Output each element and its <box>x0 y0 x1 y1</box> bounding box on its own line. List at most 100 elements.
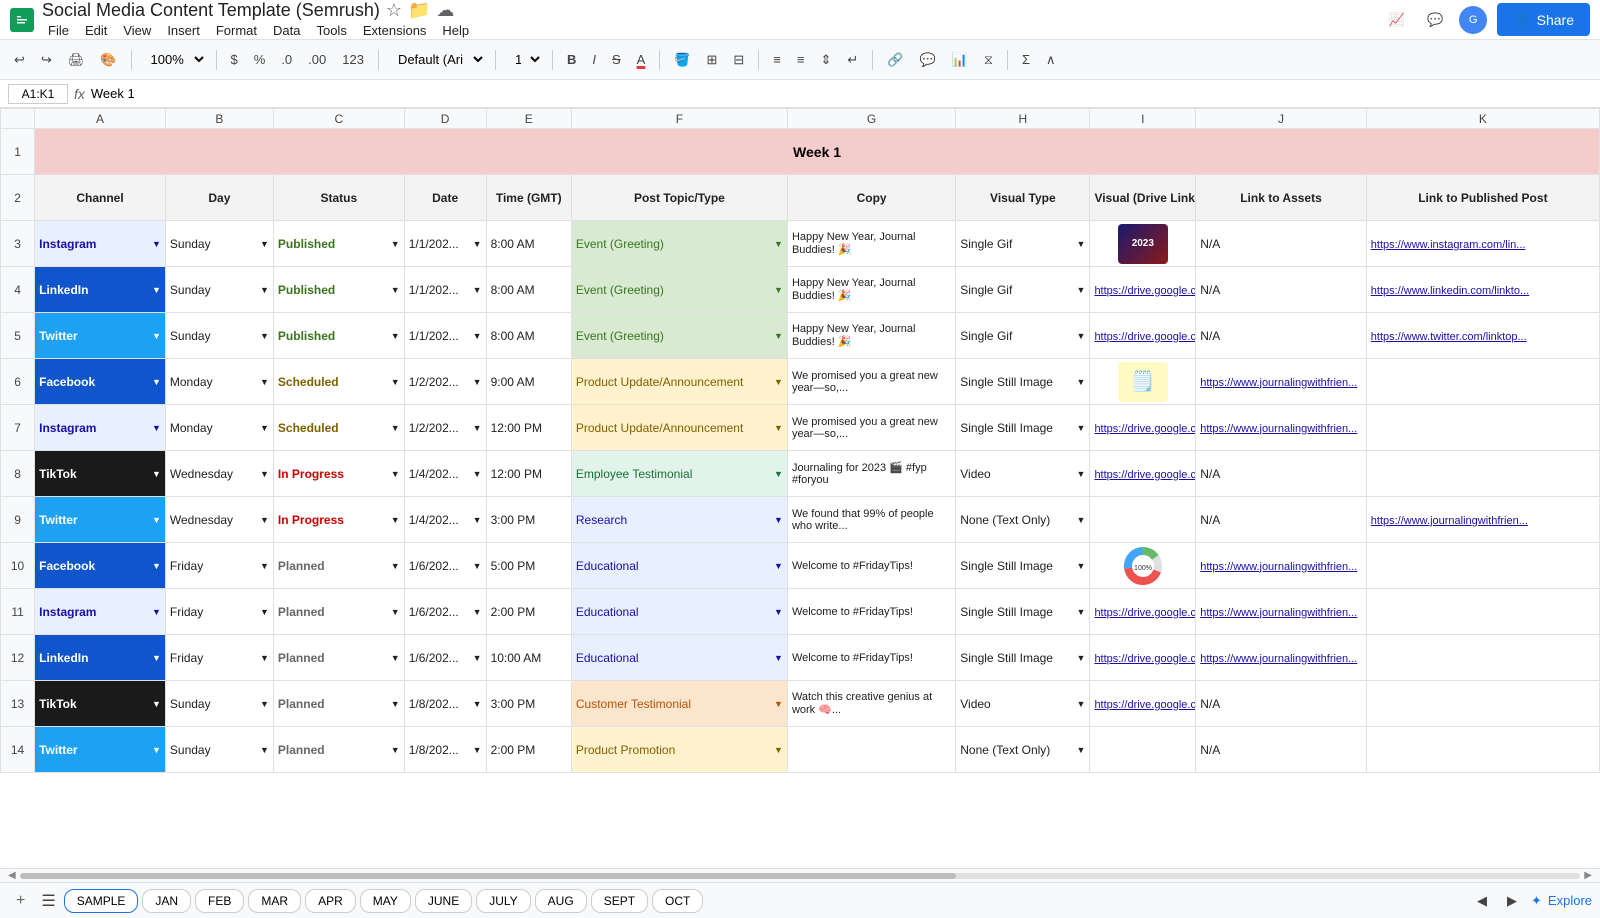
day-cell[interactable]: Monday▼ <box>165 359 273 405</box>
menu-format[interactable]: Format <box>210 21 263 40</box>
time-cell[interactable]: 8:00 AM <box>486 267 571 313</box>
row-num-1[interactable]: 1 <box>1 129 35 175</box>
row-num-10[interactable]: 10 <box>1 543 35 589</box>
date-cell[interactable]: 1/6/202...▼ <box>404 543 486 589</box>
time-cell[interactable]: 12:00 PM <box>486 405 571 451</box>
channel-cell[interactable]: LinkedIn▼ <box>35 635 166 681</box>
col-header-a[interactable]: A <box>35 109 166 129</box>
increase-decimal-button[interactable]: .00 <box>302 48 332 71</box>
day-cell[interactable]: Sunday▼ <box>165 267 273 313</box>
copy-cell[interactable]: Welcome to #FridayTips! <box>787 543 955 589</box>
date-cell[interactable]: 1/6/202...▼ <box>404 589 486 635</box>
visual-type-cell[interactable]: Video▼ <box>956 681 1090 727</box>
visual-type-cell[interactable]: Single Still Image▼ <box>956 543 1090 589</box>
time-cell[interactable]: 3:00 PM <box>486 497 571 543</box>
strikethrough-button[interactable]: S <box>606 48 627 71</box>
visual-drive-link-cell[interactable]: https://drive.google.c... <box>1090 405 1196 451</box>
row-num-6[interactable]: 6 <box>1 359 35 405</box>
link-assets-cell[interactable]: N/A <box>1196 313 1367 359</box>
time-cell[interactable]: 9:00 AM <box>486 359 571 405</box>
menu-tools[interactable]: Tools <box>310 21 352 40</box>
day-cell[interactable]: Monday▼ <box>165 405 273 451</box>
copy-cell[interactable]: Welcome to #FridayTips! <box>787 589 955 635</box>
day-cell[interactable]: Friday▼ <box>165 635 273 681</box>
link-assets-cell[interactable]: N/A <box>1196 727 1367 773</box>
row-num-4[interactable]: 4 <box>1 267 35 313</box>
next-sheet-button[interactable]: ▶ <box>1501 889 1523 913</box>
google-account-icon[interactable]: G <box>1459 6 1487 34</box>
italic-button[interactable]: I <box>586 48 602 71</box>
post-type-cell[interactable]: Product Update/Announcement▼ <box>571 405 787 451</box>
paint-format-button[interactable]: 🎨 <box>94 48 122 72</box>
sheet-tab-july[interactable]: JULY <box>476 889 530 913</box>
copy-cell[interactable]: Welcome to #FridayTips! <box>787 635 955 681</box>
channel-cell[interactable]: Twitter▼ <box>35 727 166 773</box>
link-assets-cell[interactable]: N/A <box>1196 497 1367 543</box>
valign-button[interactable]: ⇕ <box>814 48 837 72</box>
visual-type-cell[interactable]: Single Gif▼ <box>956 313 1090 359</box>
merge-cells-button[interactable]: ⊟ <box>727 48 750 72</box>
horizontal-scrollbar[interactable]: ◀ ▶ <box>0 868 1600 882</box>
status-cell[interactable]: Planned▼ <box>273 727 404 773</box>
link-published-cell[interactable] <box>1366 359 1599 405</box>
day-cell[interactable]: Wednesday▼ <box>165 497 273 543</box>
visual-drive-link-cell[interactable]: 🗒️ <box>1090 359 1196 405</box>
day-cell[interactable]: Friday▼ <box>165 589 273 635</box>
day-cell[interactable]: Friday▼ <box>165 543 273 589</box>
channel-cell[interactable]: TikTok▼ <box>35 681 166 727</box>
link-published-cell[interactable]: https://www.linkedin.com/linkto... <box>1366 267 1599 313</box>
row-num-8[interactable]: 8 <box>1 451 35 497</box>
col-header-g[interactable]: G <box>787 109 955 129</box>
channel-cell[interactable]: LinkedIn▼ <box>35 267 166 313</box>
align-center-button[interactable]: ≡ <box>791 48 811 71</box>
row-num-12[interactable]: 12 <box>1 635 35 681</box>
visual-drive-link-cell[interactable]: https://drive.google.c... <box>1090 267 1196 313</box>
row-num-13[interactable]: 13 <box>1 681 35 727</box>
channel-cell[interactable]: Twitter▼ <box>35 313 166 359</box>
date-cell[interactable]: 1/2/202...▼ <box>404 359 486 405</box>
col-header-e[interactable]: E <box>486 109 571 129</box>
post-type-cell[interactable]: Customer Testimonial▼ <box>571 681 787 727</box>
copy-cell[interactable]: Happy New Year, Journal Buddies! 🎉 <box>787 313 955 359</box>
post-type-cell[interactable]: Employee Testimonial▼ <box>571 451 787 497</box>
link-published-cell[interactable]: https://www.instagram.com/lin... <box>1366 221 1599 267</box>
link-published-cell[interactable] <box>1366 543 1599 589</box>
status-cell[interactable]: Planned▼ <box>273 635 404 681</box>
undo-button[interactable]: ↩ <box>8 48 31 72</box>
insert-chart-button[interactable]: 📊 <box>946 48 974 72</box>
date-cell[interactable]: 1/1/202...▼ <box>404 267 486 313</box>
visual-drive-link-cell[interactable]: 2023 <box>1090 221 1196 267</box>
visual-type-cell[interactable]: Single Still Image▼ <box>956 359 1090 405</box>
status-cell[interactable]: Published▼ <box>273 267 404 313</box>
bold-button[interactable]: B <box>561 48 582 71</box>
visual-type-cell[interactable]: Single Still Image▼ <box>956 405 1090 451</box>
post-type-cell[interactable]: Event (Greeting)▼ <box>571 267 787 313</box>
link-published-cell[interactable] <box>1366 727 1599 773</box>
sheet-wrapper[interactable]: A B C D E F G H I J K 1 Week 1 2 Cha <box>0 108 1600 868</box>
day-cell[interactable]: Sunday▼ <box>165 681 273 727</box>
insert-comment-button[interactable]: 💬 <box>913 48 941 72</box>
more-formats-button[interactable]: 123 <box>336 48 370 71</box>
status-cell[interactable]: Published▼ <box>273 221 404 267</box>
day-cell[interactable]: Sunday▼ <box>165 313 273 359</box>
post-type-cell[interactable]: Product Promotion▼ <box>571 727 787 773</box>
decrease-decimal-button[interactable]: .0 <box>275 48 298 71</box>
currency-button[interactable]: $ <box>225 48 244 71</box>
copy-cell[interactable]: Journaling for 2023 🎬 #fyp #foryou <box>787 451 955 497</box>
post-type-cell[interactable]: Educational▼ <box>571 543 787 589</box>
sheet-tab-oct[interactable]: OCT <box>652 889 703 913</box>
menu-help[interactable]: Help <box>436 21 475 40</box>
link-published-cell[interactable]: https://www.twitter.com/linktop... <box>1366 313 1599 359</box>
channel-cell[interactable]: Facebook▼ <box>35 543 166 589</box>
visual-type-cell[interactable]: Single Gif▼ <box>956 267 1090 313</box>
row-num-2[interactable]: 2 <box>1 175 35 221</box>
date-cell[interactable]: 1/4/202...▼ <box>404 497 486 543</box>
copy-cell[interactable]: We found that 99% of people who write... <box>787 497 955 543</box>
time-cell[interactable]: 5:00 PM <box>486 543 571 589</box>
post-type-cell[interactable]: Educational▼ <box>571 635 787 681</box>
expand-toolbar-button[interactable]: ∧ <box>1040 48 1062 72</box>
col-header-i[interactable]: I <box>1090 109 1196 129</box>
channel-cell[interactable]: Instagram▼ <box>35 405 166 451</box>
sheet-tab-mar[interactable]: MAR <box>248 889 301 913</box>
status-cell[interactable]: In Progress▼ <box>273 451 404 497</box>
